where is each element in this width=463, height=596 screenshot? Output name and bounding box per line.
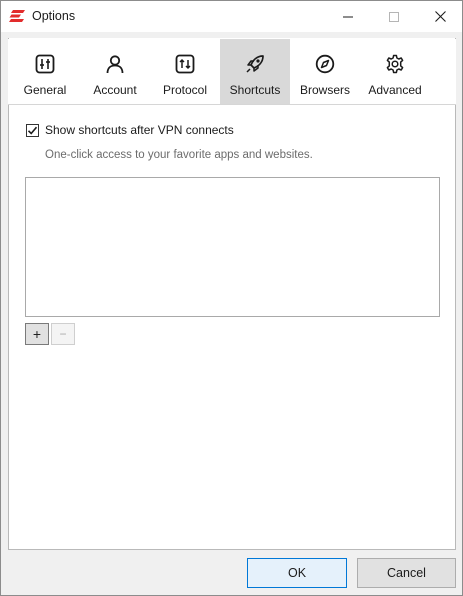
tab-account[interactable]: Account <box>80 39 150 104</box>
options-window: Options General Account Protocol Shortcu… <box>0 0 463 596</box>
minimize-icon <box>343 16 353 17</box>
gear-icon <box>384 53 406 75</box>
tab-general-label: General <box>23 83 67 97</box>
cancel-button[interactable]: Cancel <box>357 558 456 588</box>
tab-account-label: Account <box>93 83 137 97</box>
add-shortcut-button[interactable]: + <box>25 323 49 345</box>
tab-browsers[interactable]: Browsers <box>290 39 360 104</box>
tab-browsers-label: Browsers <box>299 83 350 97</box>
show-shortcuts-checkbox-row[interactable]: Show shortcuts after VPN connects <box>26 123 234 137</box>
close-icon <box>434 11 446 22</box>
tab-protocol[interactable]: Protocol <box>150 39 220 104</box>
rocket-icon <box>244 53 266 75</box>
maximize-button[interactable] <box>371 1 417 32</box>
minimize-button[interactable] <box>325 1 371 32</box>
window-title: Options <box>32 9 76 23</box>
checkmark-icon <box>27 126 38 135</box>
tab-shortcuts[interactable]: Shortcuts <box>220 39 290 104</box>
maximize-icon <box>389 11 399 22</box>
tab-protocol-label: Protocol <box>162 83 208 97</box>
shortcuts-description: One-click access to your favorite apps a… <box>45 149 313 161</box>
ok-button[interactable]: OK <box>247 558 347 588</box>
protocol-icon <box>174 53 196 75</box>
show-shortcuts-checkbox[interactable] <box>26 123 39 137</box>
tab-general[interactable]: General <box>10 39 80 104</box>
remove-shortcut-button[interactable]: − <box>51 323 75 345</box>
show-shortcuts-label[interactable]: Show shortcuts after VPN connects <box>45 123 234 137</box>
tab-shortcuts-label: Shortcuts <box>229 83 281 97</box>
sliders-icon <box>34 53 56 75</box>
shortcuts-list[interactable] <box>25 177 440 317</box>
title-bar[interactable]: Options <box>1 1 462 32</box>
app-logo-icon <box>9 10 25 22</box>
tab-advanced[interactable]: Advanced <box>360 39 430 104</box>
user-icon <box>104 53 126 75</box>
close-button[interactable] <box>417 1 463 32</box>
tab-advanced-label: Advanced <box>368 83 422 97</box>
tab-bar: General Account Protocol Shortcuts Brows… <box>8 39 456 105</box>
compass-icon <box>314 53 336 75</box>
